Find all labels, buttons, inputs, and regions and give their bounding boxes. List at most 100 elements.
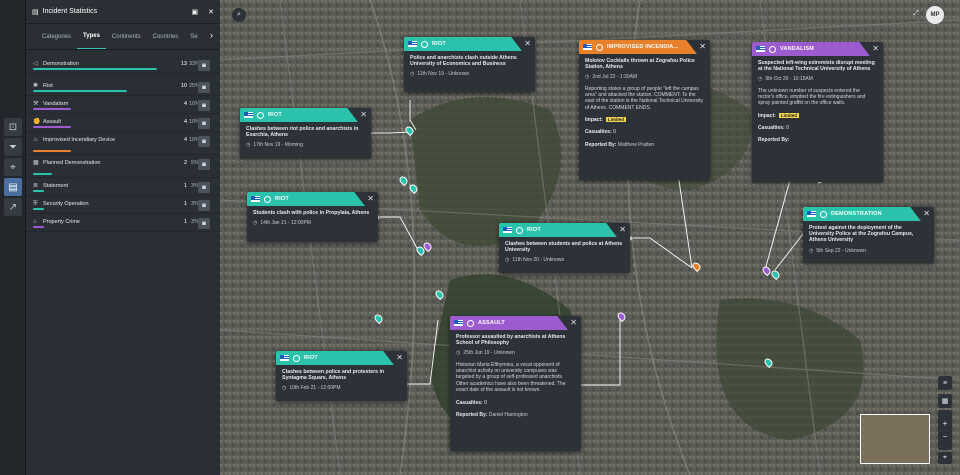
incident-card-riot[interactable]: RIOT ✕ Clashes between police and protes… — [276, 351, 407, 401]
greece-flag-icon — [756, 46, 765, 52]
close-icon[interactable]: ✕ — [872, 44, 879, 53]
clock-icon: ◷ — [253, 220, 258, 227]
type-share-bar — [33, 108, 71, 110]
riot-icon: ✺ — [33, 83, 39, 89]
incident-title: Clashes between students and police at A… — [505, 241, 623, 254]
camera-icon[interactable]: ◙ — [198, 218, 210, 229]
type-count: 13 — [180, 61, 187, 67]
incident-title: Clashes between riot police and anarchis… — [246, 126, 359, 139]
map-toggle-icon[interactable]: ⊡ — [4, 118, 22, 136]
statistics-icon[interactable]: ▤ — [4, 178, 22, 196]
type-count: 4 — [183, 119, 187, 125]
casualties-label: Casualties: — [456, 399, 483, 406]
incident-card-riot[interactable]: RIOT ✕ Police and anarchists clash outsi… — [404, 37, 535, 92]
type-count: 10 — [180, 83, 187, 89]
trend-icon[interactable]: ↗ — [4, 198, 22, 216]
export-icon[interactable]: ▣ — [192, 8, 199, 16]
type-count: 4 — [183, 137, 187, 143]
clock-icon: ◷ — [410, 71, 415, 78]
tab-continents[interactable]: Continents — [106, 24, 147, 49]
camera-icon[interactable]: ◙ — [198, 60, 210, 71]
incident-card-demonstration[interactable]: DEMONSTRATION ✕ Protest against the depl… — [803, 207, 934, 263]
camera-icon[interactable]: ◙ — [198, 182, 210, 193]
camera-icon[interactable]: ◙ — [198, 118, 210, 129]
type-share-bar — [33, 68, 157, 70]
camera-icon[interactable]: ◙ — [198, 200, 210, 211]
incident-description: The unknown number of suspects entered t… — [758, 87, 866, 107]
type-row[interactable]: ⚒ Vandalism 4 10% ◙ — [26, 96, 220, 114]
incident-title: Professor assaulted by anarchists at Ath… — [456, 334, 566, 347]
camera-icon[interactable]: ◙ — [198, 100, 210, 111]
calendar-icon: ▦ — [33, 160, 39, 166]
type-label: Statement — [43, 183, 69, 189]
incident-title: Police and anarchists clash outside Athe… — [410, 55, 517, 68]
location-icon[interactable]: ⌖ — [4, 158, 22, 176]
impact-badge: Limited — [605, 117, 627, 123]
close-icon[interactable]: ✕ — [360, 110, 367, 119]
incident-time: 10th Feb 21 - 12:00PM — [289, 385, 341, 392]
impact-label: Impact: — [585, 117, 603, 124]
close-icon[interactable]: ✕ — [619, 225, 626, 234]
camera-icon[interactable]: ◙ — [198, 159, 210, 170]
type-row[interactable]: ✊ Assault 4 10% ◙ — [26, 114, 220, 132]
clock-icon: ◷ — [758, 76, 763, 83]
incident-card-riot[interactable]: RIOT ✕ Students clash with police in Pro… — [247, 192, 378, 242]
type-row[interactable]: ≣ Statement 1 3% ◙ — [26, 178, 220, 196]
casualties-label: Casualties: — [585, 129, 612, 136]
greece-flag-icon — [251, 196, 260, 202]
type-label: Demonstration — [43, 61, 79, 67]
tab-more[interactable]: Se — [184, 24, 203, 49]
incident-time: 2nd Jul 22 - 1:30AM — [592, 74, 638, 81]
greece-flag-icon — [244, 112, 253, 118]
incident-card-assault[interactable]: ASSAULT ✕ Professor assaulted by anarchi… — [450, 316, 581, 451]
filter-icon[interactable]: ⏷ — [4, 138, 22, 156]
incident-description: Historian Maria Efthymiou, a vocal oppon… — [456, 361, 566, 394]
type-row[interactable]: ⛨ Security Operation 1 3% ◙ — [26, 196, 220, 214]
type-row[interactable]: ▦ Planned Demonstration 2 5% ◙ — [26, 155, 220, 178]
document-icon: ≣ — [33, 183, 39, 189]
stats-tabs: Categories Types Continents Countries Se — [26, 24, 220, 50]
casualties-value: 0 — [613, 129, 616, 136]
tab-types[interactable]: Types — [77, 24, 106, 49]
type-share-bar — [33, 226, 44, 228]
type-share-bar — [33, 126, 71, 128]
type-row[interactable]: ⌂ Property Crime 1 3% ◙ — [26, 214, 220, 232]
type-label: Assault — [43, 119, 62, 125]
close-icon[interactable]: ✕ — [570, 318, 577, 327]
greece-flag-icon — [454, 320, 463, 326]
type-row[interactable]: ✺ Riot 10 25% ◙ — [26, 78, 220, 96]
close-icon[interactable]: ✕ — [367, 194, 374, 203]
incident-card-riot[interactable]: RIOT ✕ Clashes between riot police and a… — [240, 108, 371, 158]
shield-icon: ⛨ — [33, 201, 38, 207]
reported-by-value: Daniel Harrington — [488, 411, 528, 418]
camera-icon[interactable]: ◙ — [198, 136, 210, 147]
close-icon[interactable]: ✕ — [699, 42, 706, 51]
casualties-label: Casualties: — [758, 125, 785, 132]
incident-card-incendiary[interactable]: IMPROVISED INCENDIA... ✕ Molotov Cocktai… — [579, 40, 710, 180]
incident-card-riot[interactable]: RIOT ✕ Clashes between students and poli… — [499, 223, 630, 273]
incident-time: 9th Oct 20 - 10:15AM — [765, 76, 813, 83]
hammer-icon: ⚒ — [33, 101, 39, 107]
chevron-right-icon[interactable]: › — [210, 30, 213, 40]
type-row[interactable]: ◁ Demonstration 13 33% ◙ — [26, 56, 220, 74]
type-share-bar — [33, 208, 44, 210]
close-icon[interactable]: ✕ — [923, 209, 930, 218]
type-label: Improvised Incendiary Device — [43, 137, 116, 143]
close-icon[interactable]: ✕ — [208, 8, 214, 16]
close-icon[interactable]: ✕ — [396, 353, 403, 362]
type-label: Vandalism — [43, 101, 69, 107]
type-row[interactable]: ♨ Improvised Incendiary Device 4 10% ◙ — [26, 132, 220, 155]
type-share-bar — [33, 173, 52, 175]
reported-by-label: Reported By: — [758, 137, 790, 144]
tab-countries[interactable]: Countries — [147, 24, 185, 49]
camera-icon[interactable]: ◙ — [198, 82, 210, 93]
type-label: Property Crime — [43, 219, 80, 225]
incident-type: RIOT — [527, 227, 541, 233]
incident-time: 11th Nov 19 - Unknown — [417, 71, 470, 78]
riot-icon — [421, 40, 428, 48]
incident-time: 17th Nov 19 - Morning — [253, 142, 303, 149]
tab-categories[interactable]: Categories — [36, 24, 77, 49]
incident-title: Protest against the deployment of the Un… — [809, 225, 914, 244]
incident-card-vandalism[interactable]: VANDALISM ✕ Suspected left-wing extremis… — [752, 42, 883, 182]
close-icon[interactable]: ✕ — [524, 39, 531, 48]
